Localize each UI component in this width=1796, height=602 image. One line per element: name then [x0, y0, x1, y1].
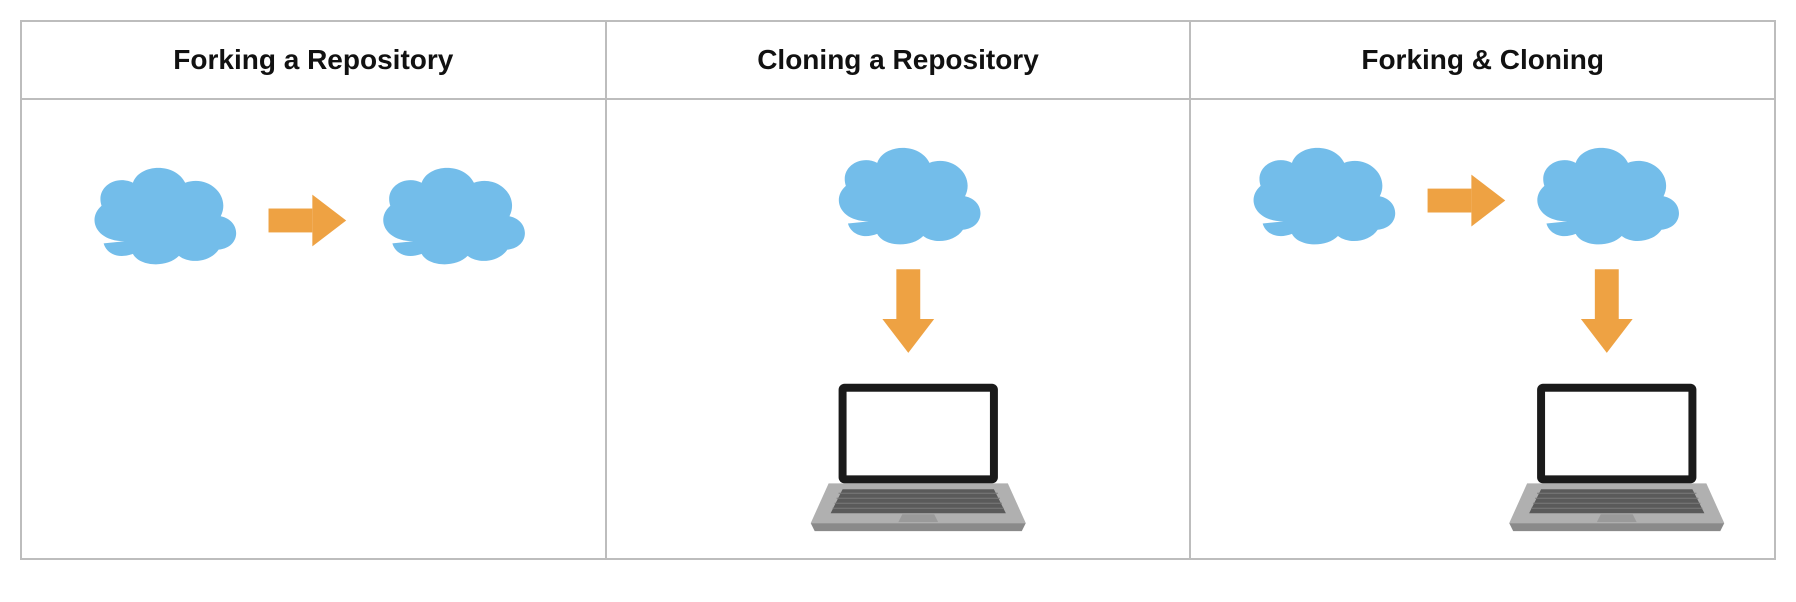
cloud-icon [1254, 148, 1396, 245]
cloning-svg [607, 100, 1190, 558]
arrow-down-icon [1581, 269, 1633, 353]
laptop-icon [1510, 384, 1725, 531]
forking-cloning-diagram [1190, 99, 1775, 559]
arrow-right-icon [1428, 175, 1506, 227]
column-header-cloning: Cloning a Repository [606, 21, 1191, 99]
forking-diagram [21, 99, 606, 559]
forking-svg [22, 100, 605, 558]
arrow-down-icon [882, 269, 934, 353]
header-text: Cloning a Repository [757, 44, 1039, 75]
column-header-forking: Forking a Repository [21, 21, 606, 99]
cloning-diagram [606, 99, 1191, 559]
header-text: Forking & Cloning [1361, 44, 1604, 75]
cloud-icon [1538, 148, 1680, 245]
forking-cloning-svg [1191, 100, 1774, 558]
column-header-forking-cloning: Forking & Cloning [1190, 21, 1775, 99]
cloud-icon [383, 168, 525, 265]
arrow-right-icon [269, 195, 347, 247]
comparison-table: Forking a Repository Cloning a Repositor… [20, 20, 1776, 560]
laptop-icon [810, 384, 1025, 531]
header-text: Forking a Repository [173, 44, 453, 75]
cloud-icon [94, 168, 236, 265]
cloud-icon [838, 148, 980, 245]
